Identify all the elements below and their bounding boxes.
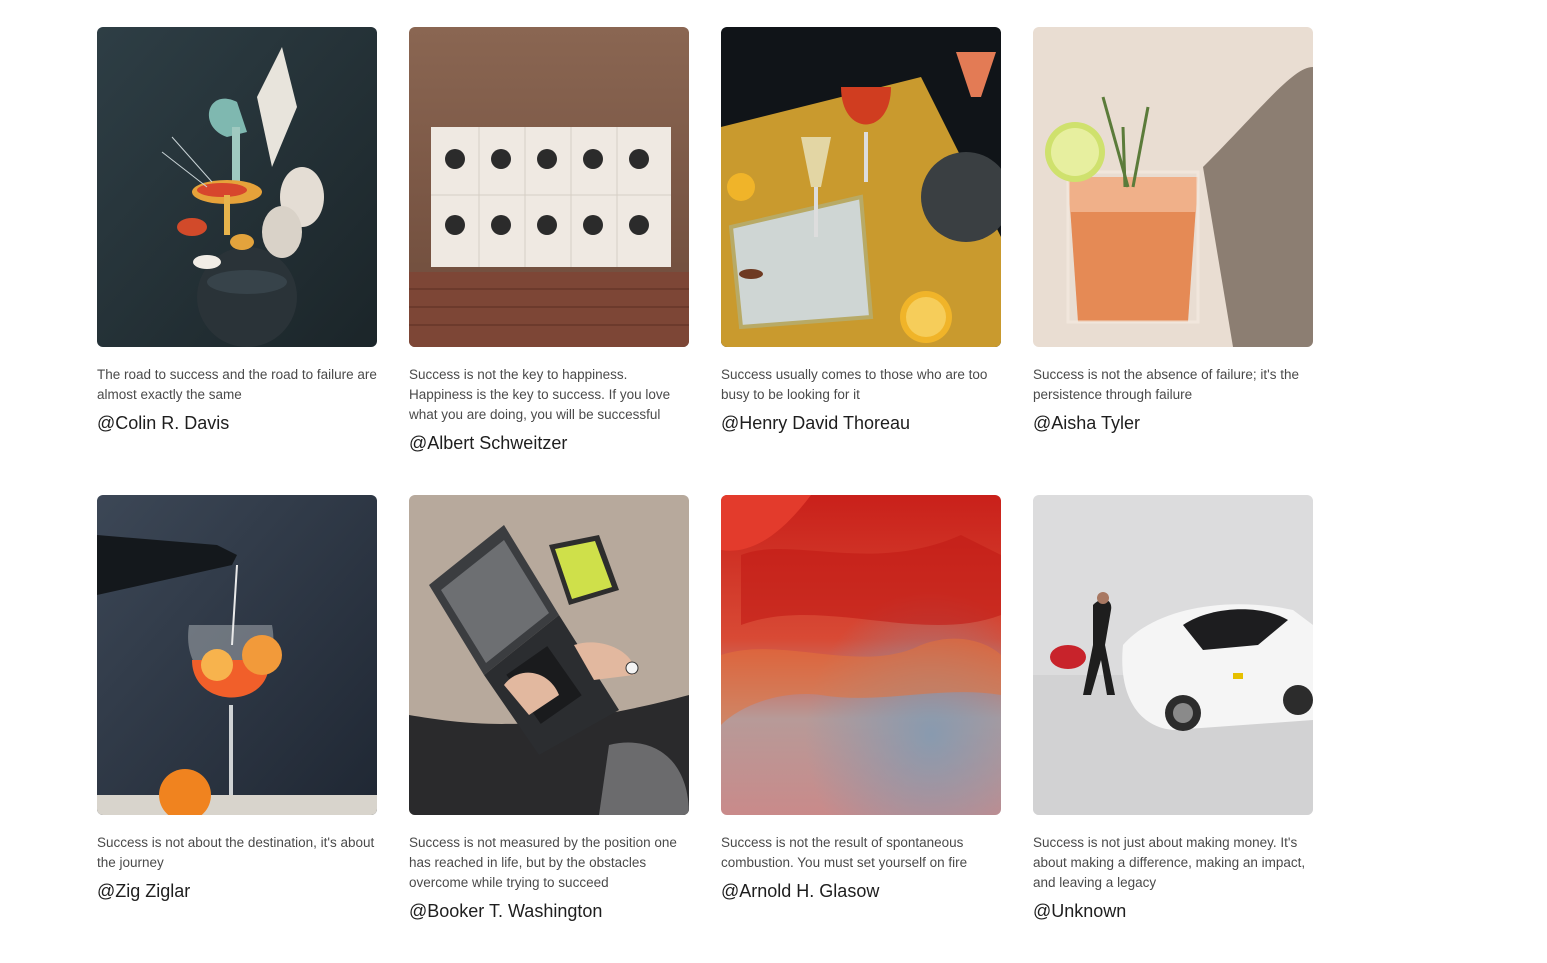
quote-author: @Aisha Tyler	[1033, 413, 1140, 433]
quote-author: @Henry David Thoreau	[721, 413, 911, 433]
quote-card[interactable]: Success is not the result of spontaneous…	[721, 495, 1001, 963]
quote-text: Success is not just about making money. …	[1033, 835, 1306, 890]
quote-author: @Arnold H. Glasow	[721, 881, 880, 901]
quote-card[interactable]: Success is not measured by the position …	[409, 495, 689, 963]
quote-author: @Unknown	[1033, 901, 1127, 921]
quote-text: Success is not measured by the position …	[409, 835, 677, 890]
card-image-cocktail-table[interactable]	[721, 27, 1001, 347]
card-image-laptop-rug[interactable]	[409, 495, 689, 815]
quote-author: @Colin R. Davis	[97, 413, 230, 433]
card-image-lime-cocktail[interactable]	[1033, 27, 1313, 347]
card-image-mailchimp-tiles[interactable]	[409, 27, 689, 347]
card-image-white-sports-car[interactable]	[1033, 495, 1313, 815]
quote-card-grid: The road to success and the road to fail…	[97, 27, 1313, 963]
quote-card[interactable]: Success is not just about making money. …	[1033, 495, 1313, 963]
quote-card[interactable]: Success is not the absence of failure; i…	[1033, 27, 1313, 495]
quote-card[interactable]: Success is not the key to happiness. Hap…	[409, 27, 689, 495]
quote-text: Success is not the key to happiness. Hap…	[409, 367, 671, 422]
card-image-spritz-pour[interactable]	[97, 495, 377, 815]
quote-text: Success is not the absence of failure; i…	[1033, 367, 1299, 402]
quote-card[interactable]: Success usually comes to those who are t…	[721, 27, 1001, 495]
quote-author: @Booker T. Washington	[409, 901, 603, 921]
quote-author: @Albert Schweitzer	[409, 433, 568, 453]
quote-author: @Zig Ziglar	[97, 881, 191, 901]
quote-card[interactable]: Success is not about the destination, it…	[97, 495, 377, 963]
card-image-mushroom-sculpture[interactable]	[97, 27, 377, 347]
quote-text: Success is not about the destination, it…	[97, 835, 375, 870]
quote-card[interactable]: The road to success and the road to fail…	[97, 27, 377, 495]
quote-text: The road to success and the road to fail…	[97, 367, 377, 402]
card-image-red-dust-abstract[interactable]	[721, 495, 1001, 815]
quote-text: Success is not the result of spontaneous…	[721, 835, 968, 870]
quote-text: Success usually comes to those who are t…	[721, 367, 988, 402]
